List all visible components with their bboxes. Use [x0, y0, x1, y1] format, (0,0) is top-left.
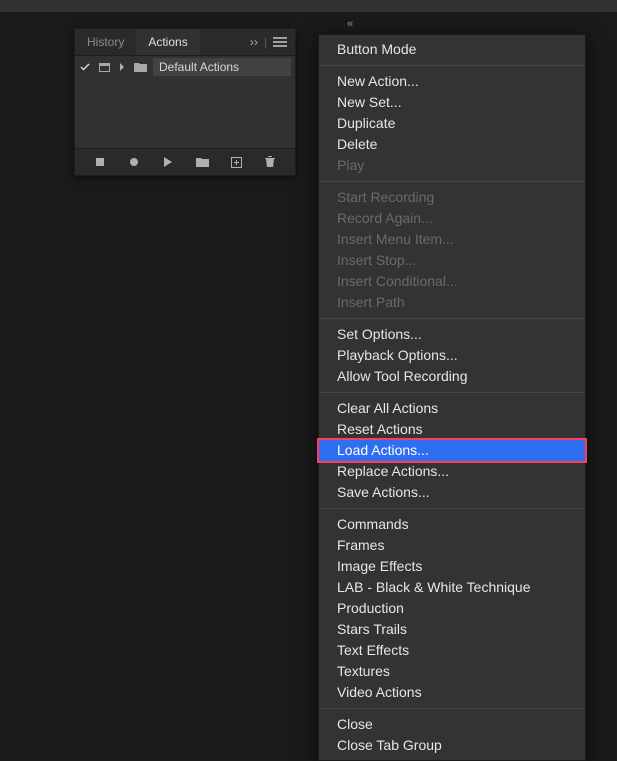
menu-item: Insert Stop... — [319, 250, 585, 271]
menu-item[interactable]: Video Actions — [319, 682, 585, 703]
menu-item: Insert Menu Item... — [319, 229, 585, 250]
tab-actions[interactable]: Actions — [136, 29, 199, 55]
app-topbar — [0, 0, 617, 12]
actions-list: Default Actions — [75, 56, 295, 148]
record-icon[interactable] — [127, 158, 141, 166]
menu-item[interactable]: Reset Actions — [319, 419, 585, 440]
actions-flyout-menu: Button Mode New Action...New Set...Duplic… — [318, 34, 586, 761]
menu-separator — [319, 508, 585, 509]
menu-item[interactable]: LAB - Black & White Technique — [319, 577, 585, 598]
menu-item[interactable]: Close — [319, 714, 585, 735]
menu-item[interactable]: Commands — [319, 514, 585, 535]
menu-item[interactable]: Playback Options... — [319, 345, 585, 366]
checkmark-icon[interactable] — [79, 63, 91, 71]
menu-item[interactable]: Duplicate — [319, 113, 585, 134]
menu-item[interactable]: Delete — [319, 134, 585, 155]
menu-item[interactable]: Load Actions... — [319, 440, 585, 461]
menu-item: Insert Conditional... — [319, 271, 585, 292]
menu-item[interactable]: Set Options... — [319, 324, 585, 345]
menu-item: Insert Path — [319, 292, 585, 313]
menu-item[interactable]: Button Mode — [319, 39, 585, 60]
menu-item[interactable]: Stars Trails — [319, 619, 585, 640]
vertical-divider: | — [264, 35, 267, 49]
collapse-chevrons-icon[interactable]: ‹‹ — [347, 18, 352, 30]
menu-item: Record Again... — [319, 208, 585, 229]
menu-item[interactable]: Image Effects — [319, 556, 585, 577]
expand-chevrons-icon[interactable]: ›› — [250, 35, 258, 49]
panel-menu-icon[interactable] — [273, 37, 287, 47]
menu-item: Play — [319, 155, 585, 176]
menu-item[interactable]: Close Tab Group — [319, 735, 585, 756]
menu-item[interactable]: New Set... — [319, 92, 585, 113]
panel-footer — [75, 148, 295, 175]
tab-history[interactable]: History — [75, 29, 136, 55]
play-icon[interactable] — [161, 157, 175, 167]
dialog-toggle-icon[interactable] — [97, 63, 111, 72]
actions-panel: History Actions ›› | Default Actions — [74, 28, 296, 176]
menu-item: Start Recording — [319, 187, 585, 208]
menu-item[interactable]: Frames — [319, 535, 585, 556]
panel-tab-strip: History Actions ›› | — [75, 29, 295, 56]
new-set-icon[interactable] — [195, 157, 209, 167]
trash-icon[interactable] — [263, 156, 277, 168]
actions-row-label[interactable]: Default Actions — [153, 58, 291, 76]
menu-item[interactable]: Replace Actions... — [319, 461, 585, 482]
menu-separator — [319, 181, 585, 182]
actions-row[interactable]: Default Actions — [75, 56, 295, 78]
stop-icon[interactable] — [93, 158, 107, 166]
folder-icon — [133, 62, 147, 72]
menu-item[interactable]: Production — [319, 598, 585, 619]
chevron-right-icon[interactable] — [117, 63, 127, 71]
menu-separator — [319, 708, 585, 709]
menu-item[interactable]: Save Actions... — [319, 482, 585, 503]
menu-item[interactable]: New Action... — [319, 71, 585, 92]
menu-separator — [319, 65, 585, 66]
menu-item[interactable]: Allow Tool Recording — [319, 366, 585, 387]
menu-item[interactable]: Clear All Actions — [319, 398, 585, 419]
new-action-icon[interactable] — [229, 157, 243, 168]
menu-item[interactable]: Text Effects — [319, 640, 585, 661]
menu-item[interactable]: Textures — [319, 661, 585, 682]
menu-separator — [319, 392, 585, 393]
menu-separator — [319, 318, 585, 319]
